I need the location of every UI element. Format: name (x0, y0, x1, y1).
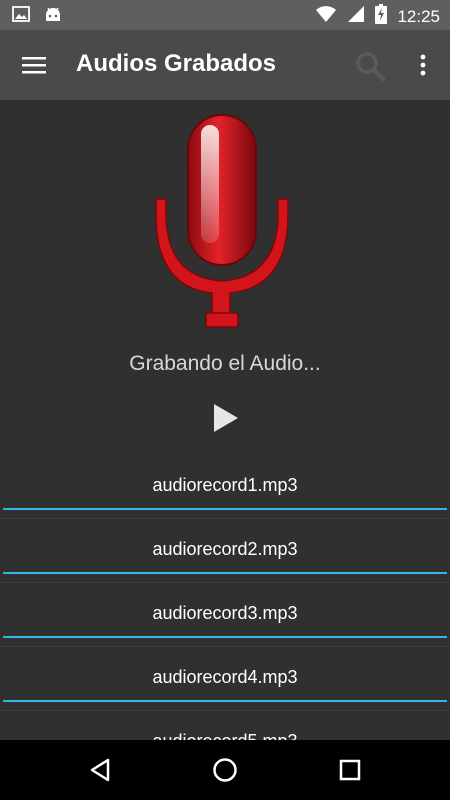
recording-name: audiorecord2.mp3 (152, 539, 298, 559)
back-icon[interactable] (86, 756, 114, 784)
recording-name: audiorecord3.mp3 (152, 603, 298, 623)
recording-item[interactable]: audiorecord4.mp3 (0, 647, 450, 711)
navigation-bar (0, 740, 450, 800)
status-bar: 12:25 (0, 0, 450, 30)
item-underline (3, 700, 447, 702)
home-icon[interactable] (211, 756, 239, 784)
recording-item[interactable]: audiorecord1.mp3 (0, 455, 450, 519)
recording-name: audiorecord1.mp3 (152, 475, 298, 495)
toolbar: Audios Grabados (0, 30, 450, 100)
recording-item[interactable]: audiorecord2.mp3 (0, 519, 450, 583)
wifi-icon (315, 5, 337, 28)
android-icon (44, 5, 62, 28)
page-title: Audios Grabados (76, 50, 277, 77)
recents-icon[interactable] (336, 756, 364, 784)
recording-name: audiorecord5.mp3 (0, 731, 450, 740)
battery-charging-icon (375, 4, 388, 29)
recordings-list: audiorecord1.mp3 audiorecord2.mp3 audior… (0, 455, 450, 740)
item-underline (3, 508, 447, 510)
signal-icon (347, 5, 365, 28)
image-icon (12, 5, 30, 28)
microphone-icon[interactable] (152, 113, 292, 333)
more-vert-icon[interactable] (412, 52, 434, 80)
item-underline (3, 636, 447, 638)
play-icon[interactable] (208, 401, 242, 435)
item-underline (3, 572, 447, 574)
hamburger-menu-icon[interactable] (20, 54, 50, 78)
search-icon[interactable] (354, 50, 386, 82)
recording-status-text: Grabando el Audio... (129, 352, 321, 375)
recording-item[interactable]: audiorecord5.mp3 (0, 711, 450, 740)
status-time: 12:25 (397, 6, 440, 26)
recording-name: audiorecord4.mp3 (152, 667, 298, 687)
recording-item[interactable]: audiorecord3.mp3 (0, 583, 450, 647)
